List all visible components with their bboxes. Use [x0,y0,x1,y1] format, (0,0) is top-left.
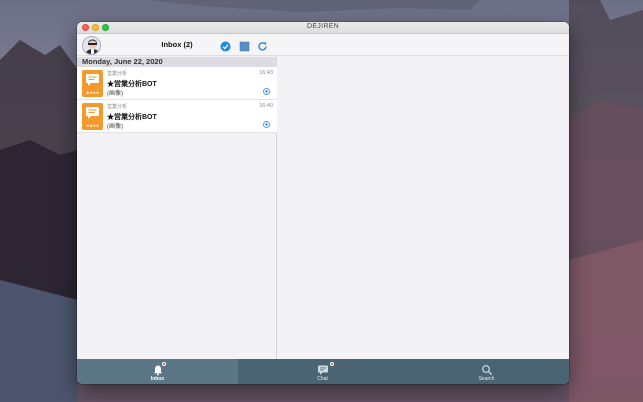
mark-all-read-button[interactable] [220,39,231,52]
message-body: (画像) [107,91,123,97]
refresh-button[interactable] [257,39,268,51]
square-icon [239,41,250,52]
tab-chat[interactable]: Chat [242,359,403,384]
rating-stars: ★★★★ [85,90,100,95]
message-item[interactable]: ★★★★ 営業分析 ★営業分析BOT (画像) 16:43 [77,67,277,100]
message-avatar: ★★★★ [82,103,103,130]
date-section-header: Monday, June 22, 2020 [77,57,277,67]
tab-label: Inbox [150,376,165,382]
chat-bubble-icon [86,107,99,119]
tab-inbox[interactable]: Inbox [77,359,238,384]
message-action-button[interactable] [263,82,270,95]
title-bar[interactable]: DEJIREN [77,22,569,34]
message-action-button[interactable] [263,115,270,128]
detail-pane [278,34,569,370]
message-time: 16:40 [259,103,273,109]
message-item[interactable]: ★★★★ 営業分析 ★営業分析BOT (画像) 16:40 [77,100,277,133]
rating-stars: ★★★★ [85,123,100,128]
select-button[interactable] [239,39,250,52]
target-circle-icon [263,88,270,95]
message-sender: 営業分析 [107,104,128,110]
avatar[interactable] [82,36,101,55]
app-window: DEJIREN Inbox (2) Monday, June 22, 2020 … [77,22,569,384]
tab-label: Chat [317,376,328,382]
check-circle-icon [220,41,231,52]
target-circle-icon [263,121,270,128]
window-title: DEJIREN [306,23,340,30]
search-icon [481,365,492,376]
tab-label: Search [478,376,495,382]
bell-icon [153,365,162,376]
user-avatar-icon [83,37,100,54]
message-body: (画像) [107,124,123,130]
message-sender: 営業分析 [107,71,128,77]
tab-bar: Inbox Chat Search [77,359,569,384]
inbox-pane: Inbox (2) Monday, June 22, 2020 ★★★★ 営業分… [77,34,277,370]
chat-bubble-icon [86,74,99,86]
tab-search[interactable]: Search [406,359,567,384]
message-avatar: ★★★★ [82,70,103,97]
notification-badge [162,362,166,366]
notification-badge [330,362,334,366]
chat-icon [317,365,328,375]
message-time: 16:43 [259,70,273,76]
inbox-header: Inbox (2) [77,34,277,56]
refresh-icon [258,42,267,51]
inbox-title: Inbox (2) [161,40,193,49]
detail-header [278,34,569,56]
